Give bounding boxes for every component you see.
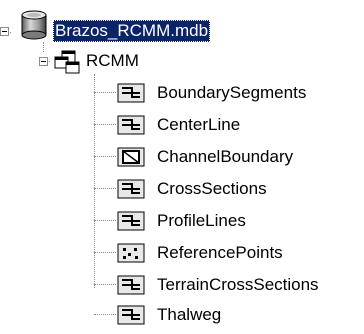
- line-feature-class-icon: [117, 305, 145, 330]
- collapse-toggle[interactable]: [39, 57, 48, 66]
- tree-connector: [94, 188, 116, 189]
- tree-item[interactable]: CrossSections: [0, 176, 364, 202]
- tree-item-label: TerrainCrossSections: [157, 275, 319, 294]
- database-cylinder-icon: [20, 9, 48, 46]
- catalog-tree: Brazos_RCMM.mdb RCMM BoundarySegments Ce…: [0, 0, 364, 334]
- tree-item[interactable]: TerrainCrossSections: [0, 272, 364, 298]
- line-feature-class-icon: [117, 211, 145, 236]
- database-label[interactable]: Brazos_RCMM.mdb: [53, 20, 211, 42]
- polygon-feature-class-icon: [117, 147, 145, 172]
- tree-item[interactable]: ProfileLines: [0, 208, 364, 234]
- tree-item-label: ReferencePoints: [157, 243, 283, 262]
- collapse-toggle[interactable]: [0, 27, 9, 36]
- tree-connector: [94, 156, 116, 157]
- tree-item-label: BoundarySegments: [157, 83, 307, 102]
- tree-connector: [94, 220, 116, 221]
- tree-connector: [94, 124, 116, 125]
- line-feature-class-icon: [117, 179, 145, 204]
- tree-connector: [94, 92, 116, 93]
- tree-item[interactable]: BoundarySegments: [0, 80, 364, 106]
- tree-item-label: CrossSections: [157, 179, 267, 198]
- line-feature-class-icon: [117, 115, 145, 140]
- tree-item-label: ChannelBoundary: [157, 147, 294, 166]
- dataset-label[interactable]: RCMM: [86, 50, 139, 72]
- tree-item[interactable]: ReferencePoints: [0, 240, 364, 266]
- tree-item-label: ProfileLines: [157, 211, 246, 230]
- tree-connector: [94, 252, 116, 253]
- line-feature-class-icon: [117, 275, 145, 300]
- tree-connector: [94, 314, 116, 315]
- tree-connector: [94, 284, 116, 285]
- feature-dataset-icon: [52, 50, 82, 81]
- tree-item[interactable]: ChannelBoundary: [0, 144, 364, 170]
- tree-item-label: Thalweg: [157, 305, 222, 324]
- tree-item-label: CenterLine: [157, 115, 241, 134]
- tree-item[interactable]: Thalweg: [0, 302, 364, 328]
- line-feature-class-icon: [117, 83, 145, 108]
- tree-item[interactable]: CenterLine: [0, 112, 364, 138]
- point-feature-class-icon: [117, 243, 145, 268]
